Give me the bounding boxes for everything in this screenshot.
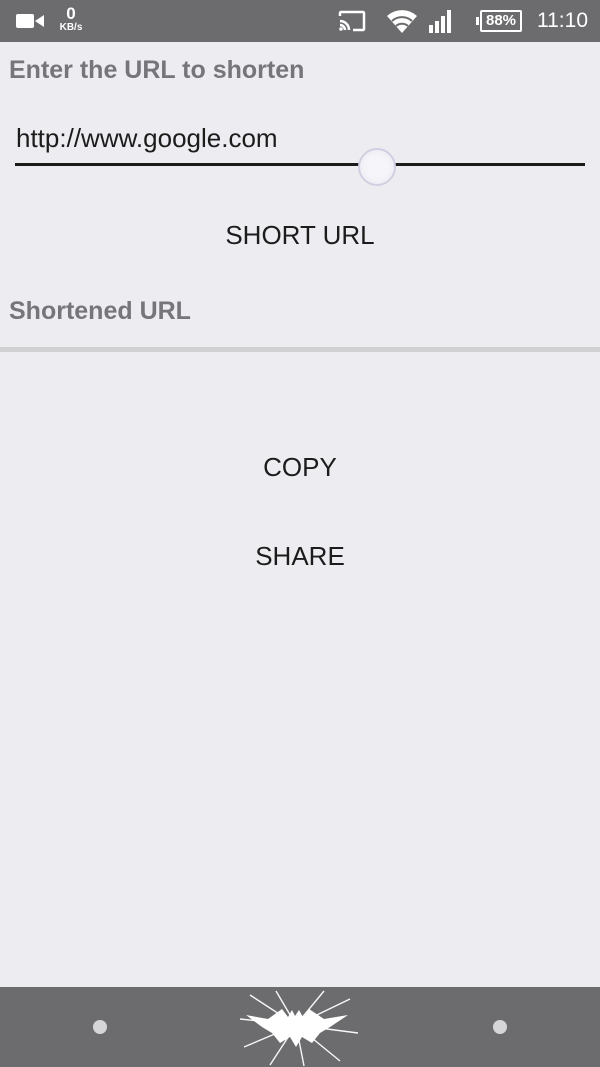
share-button[interactable]: SHARE: [150, 531, 450, 581]
battery-icon: 88%: [476, 10, 524, 32]
copy-button[interactable]: COPY: [150, 442, 450, 492]
network-speed-value: 0: [66, 4, 76, 23]
cell-signal-icon: [429, 10, 451, 33]
battery-percent: 88%: [485, 12, 517, 29]
touch-ripple-indicator: [358, 148, 396, 186]
status-bar: 0 KB/s 88% 11:10: [0, 0, 600, 42]
shortened-url-field-divider: [0, 347, 600, 352]
network-speed: 0 KB/s: [54, 5, 88, 33]
cast-icon: [338, 10, 366, 32]
bat-logo-icon[interactable]: [232, 989, 362, 1067]
nav-dot-right-icon[interactable]: [493, 1020, 507, 1034]
video-camera-icon: [16, 14, 44, 28]
url-input[interactable]: [15, 120, 585, 166]
url-input-label: Enter the URL to shorten: [9, 56, 305, 84]
short-url-button[interactable]: SHORT URL: [150, 210, 450, 260]
network-speed-unit: KB/s: [59, 22, 83, 33]
status-clock: 11:10: [537, 9, 588, 32]
nav-dot-left-icon[interactable]: [93, 1020, 107, 1034]
wifi-icon: [387, 10, 417, 34]
shortened-url-label: Shortened URL: [9, 297, 191, 325]
navigation-bar: [0, 987, 600, 1067]
